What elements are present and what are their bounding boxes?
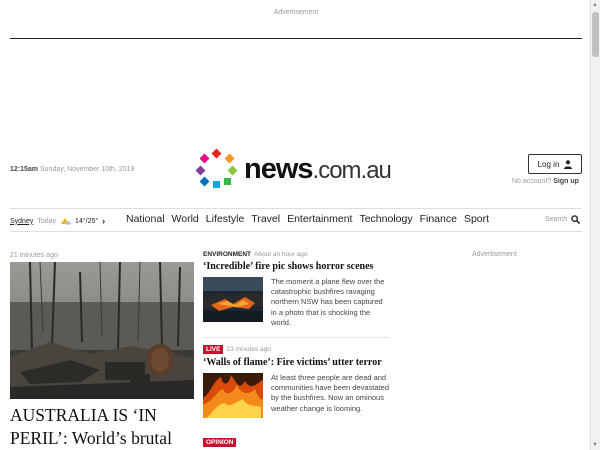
no-account-text: No account?: [512, 178, 552, 185]
story-card[interactable]: OPINION: [203, 438, 390, 447]
story-timestamp: About an hour ago: [254, 251, 308, 258]
story-tag[interactable]: ENVIRONMENT: [203, 251, 251, 258]
story-title[interactable]: ‘Incredible’ fire pic shows horror scene…: [203, 261, 390, 272]
advertisement-label: Advertisement: [273, 9, 319, 16]
logo-wordmark: news.com.au: [244, 153, 392, 186]
story-meta: OPINION: [203, 438, 390, 447]
nav-divider-bottom: [10, 231, 582, 232]
story-meta: LIVE 23 minutes ago: [203, 345, 390, 354]
hero-headline[interactable]: AUSTRALIA IS ‘IN PERIL’: World’s brutal: [10, 404, 194, 450]
partly-sunny-icon: [61, 218, 71, 225]
weather-temps: 14°/25°: [75, 217, 99, 225]
scroll-down-icon[interactable]: ▼: [592, 442, 598, 448]
sidebar-advertisement-label: Advertisement: [472, 251, 517, 258]
nav-item-lifestyle[interactable]: Lifestyle: [206, 213, 245, 225]
nav-item-entertainment[interactable]: Entertainment: [287, 213, 352, 225]
scrollbar-thumb[interactable]: [592, 12, 599, 57]
story-timestamp: 23 minutes ago: [226, 346, 271, 353]
nav-item-travel[interactable]: Travel: [251, 213, 280, 225]
login-button[interactable]: Log in: [528, 154, 582, 174]
site-logo[interactable]: news.com.au: [196, 148, 406, 190]
story-body: The moment a plane flew over the catastr…: [203, 277, 390, 328]
current-date: Sunday, November 10th, 2019: [39, 166, 135, 173]
burnt-landscape-image: [10, 262, 194, 399]
opinion-badge: OPINION: [203, 438, 237, 447]
chevron-right-icon[interactable]: ›: [102, 216, 105, 226]
story-card[interactable]: LIVE 23 minutes ago ‘Walls of flame’: Fi…: [203, 345, 390, 418]
story-snippet: At least three people are dead and commu…: [271, 373, 389, 413]
logo-suffix-text: .com.au: [312, 157, 392, 184]
nav-item-technology[interactable]: Technology: [359, 213, 412, 225]
nav-divider-top: [10, 208, 582, 209]
logo-main-text: news: [244, 153, 314, 185]
story-card[interactable]: ENVIRONMENT About an hour ago ‘Incredibl…: [203, 251, 390, 328]
user-icon: [564, 159, 573, 169]
current-time: 12:15am: [10, 166, 39, 173]
signup-prompt: No account? Sign up: [512, 178, 579, 185]
weather-day: Today: [37, 217, 57, 225]
page-scrollbar[interactable]: ▲ ▼: [590, 0, 600, 450]
story-divider: [203, 337, 390, 338]
story-thumbnail[interactable]: [203, 277, 263, 322]
header-datetime: 12:15am Sunday, November 10th, 2019: [10, 166, 134, 173]
signup-link[interactable]: Sign up: [553, 178, 579, 185]
scroll-up-icon[interactable]: ▲: [592, 2, 598, 8]
story-meta: ENVIRONMENT About an hour ago: [203, 251, 390, 258]
story-snippet: The moment a plane flew over the catastr…: [271, 277, 385, 327]
search-label: Search: [545, 216, 568, 223]
story-thumbnail[interactable]: [203, 373, 263, 418]
main-nav: National World Lifestyle Travel Entertai…: [126, 213, 489, 225]
ad-divider: [10, 38, 582, 39]
nav-item-finance[interactable]: Finance: [420, 213, 457, 225]
nav-item-sport[interactable]: Sport: [464, 213, 489, 225]
story-body: At least three people are dead and commu…: [203, 373, 390, 418]
weather-city[interactable]: Sydney: [10, 218, 33, 225]
search-icon: [571, 215, 581, 224]
story-title[interactable]: ‘Walls of flame’: Fire victims’ utter te…: [203, 357, 390, 368]
nav-item-world[interactable]: World: [172, 213, 199, 225]
search-button[interactable]: Search: [545, 215, 581, 224]
flames-image: [203, 373, 263, 418]
hero-timestamp: 21 minutes ago: [10, 252, 58, 259]
hero-image[interactable]: [10, 262, 194, 399]
logo-dots-icon: [196, 148, 238, 188]
login-label: Log in: [537, 159, 560, 169]
nav-item-national[interactable]: National: [126, 213, 165, 225]
aerial-fire-image: [203, 277, 263, 322]
weather-widget[interactable]: Sydney Today 14°/25° ›: [10, 216, 105, 226]
live-badge: LIVE: [203, 345, 224, 354]
